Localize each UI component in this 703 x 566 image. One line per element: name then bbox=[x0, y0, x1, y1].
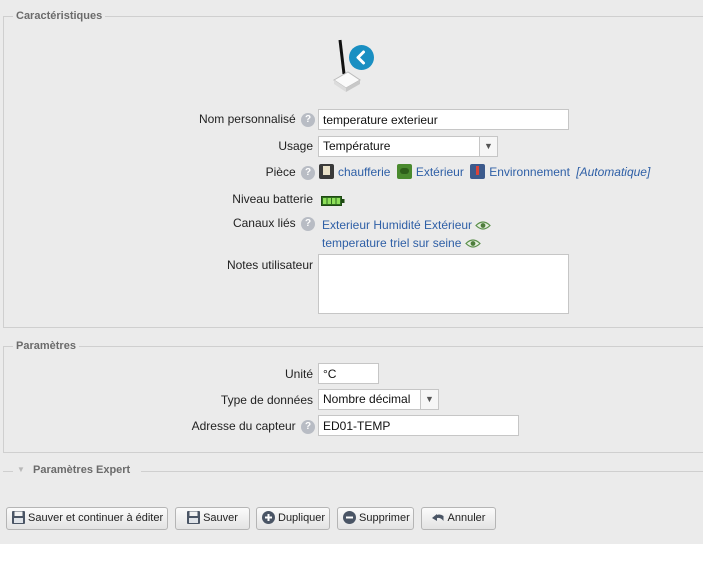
eye-icon[interactable] bbox=[464, 237, 481, 253]
floppy-disk-icon bbox=[186, 510, 201, 525]
undo-arrow-icon bbox=[431, 510, 446, 525]
canaux-label-text: Canaux liés bbox=[232, 216, 296, 230]
delete-label: Supprimer bbox=[359, 512, 410, 524]
duplicate-button[interactable]: Dupliquer bbox=[256, 507, 330, 530]
save-continue-button[interactable]: Sauver et continuer à éditer bbox=[6, 507, 168, 530]
unite-label: Unité bbox=[284, 367, 313, 381]
chevron-down-icon: ▼ bbox=[420, 390, 438, 409]
parametres-expert-label: Paramètres Expert bbox=[33, 464, 131, 476]
save-continue-label: Sauver et continuer à éditer bbox=[28, 512, 164, 524]
notes-textarea[interactable] bbox=[318, 254, 569, 314]
type-donnees-select[interactable]: Nombre décimal ▼ bbox=[318, 389, 439, 410]
duplicate-label: Dupliquer bbox=[278, 512, 326, 524]
usage-select-value: Température bbox=[323, 139, 391, 153]
piece-list: chaufferie Extérieur Environnement [Auto… bbox=[319, 164, 650, 179]
unite-input[interactable] bbox=[318, 363, 379, 384]
divider bbox=[3, 471, 13, 472]
parametres-expert-toggle[interactable]: ▼ Paramètres Expert bbox=[0, 464, 703, 478]
floppy-disk-icon bbox=[11, 510, 26, 525]
notes-label: Notes utilisateur bbox=[226, 258, 313, 272]
canal-link[interactable]: temperature triel sur seine bbox=[322, 236, 461, 250]
battery-full-icon bbox=[321, 195, 345, 206]
nom-label: Nom personnalisé ? bbox=[199, 112, 315, 127]
help-icon[interactable]: ? bbox=[301, 165, 315, 180]
type-donnees-value: Nombre décimal bbox=[323, 392, 411, 406]
cancel-label: Annuler bbox=[447, 512, 486, 524]
canaux-label: Canaux liés ? bbox=[233, 216, 315, 231]
piece-link-environnement[interactable]: Environnement bbox=[489, 165, 570, 179]
parametres-legend: Paramètres bbox=[16, 340, 76, 352]
nom-label-text: Nom personnalisé bbox=[198, 112, 296, 126]
canal-item: temperature triel sur seine bbox=[322, 235, 491, 253]
help-icon[interactable]: ? bbox=[301, 216, 315, 231]
adresse-label: Adresse du capteur ? bbox=[192, 419, 315, 434]
piece-label: Pièce ? bbox=[266, 165, 315, 180]
canal-link[interactable]: Exterieur Humidité Extérieur bbox=[322, 218, 472, 232]
help-icon[interactable]: ? bbox=[301, 419, 315, 434]
usage-label: Usage bbox=[278, 139, 313, 153]
canaux-list: Exterieur Humidité Extérieur temperature… bbox=[322, 217, 492, 253]
piece-link-chaufferie[interactable]: chaufferie bbox=[338, 165, 390, 179]
chevron-down-icon: ▼ bbox=[479, 137, 497, 156]
piece-label-text: Pièce bbox=[265, 165, 296, 179]
eye-icon[interactable] bbox=[475, 219, 492, 235]
help-icon[interactable]: ? bbox=[301, 112, 315, 127]
save-button[interactable]: Sauver bbox=[175, 507, 250, 530]
piece-link-exterieur[interactable]: Extérieur bbox=[416, 165, 464, 179]
type-donnees-label: Type de données bbox=[220, 393, 313, 407]
usage-select[interactable]: Température ▼ bbox=[318, 136, 498, 157]
nom-personnalise-input[interactable] bbox=[318, 109, 569, 130]
boiler-room-icon bbox=[319, 164, 334, 179]
divider bbox=[141, 471, 703, 472]
piece-automatique: [Automatique] bbox=[576, 165, 651, 179]
adresse-capteur-input[interactable] bbox=[318, 415, 519, 436]
cancel-button[interactable]: Annuler bbox=[421, 507, 496, 530]
caracteristiques-legend: Caractéristiques bbox=[16, 10, 103, 22]
plus-circle-icon bbox=[261, 510, 276, 525]
canal-item: Exterieur Humidité Extérieur bbox=[322, 217, 492, 235]
batterie-label: Niveau batterie bbox=[232, 192, 313, 206]
save-label: Sauver bbox=[203, 512, 238, 524]
garden-room-icon bbox=[396, 164, 412, 179]
adresse-label-text: Adresse du capteur bbox=[191, 419, 296, 433]
minus-circle-icon bbox=[342, 510, 357, 525]
triangle-down-icon: ▼ bbox=[17, 465, 25, 474]
delete-button[interactable]: Supprimer bbox=[337, 507, 414, 530]
thermometer-icon bbox=[470, 164, 486, 179]
back-arrow-badge-icon[interactable] bbox=[349, 45, 374, 70]
